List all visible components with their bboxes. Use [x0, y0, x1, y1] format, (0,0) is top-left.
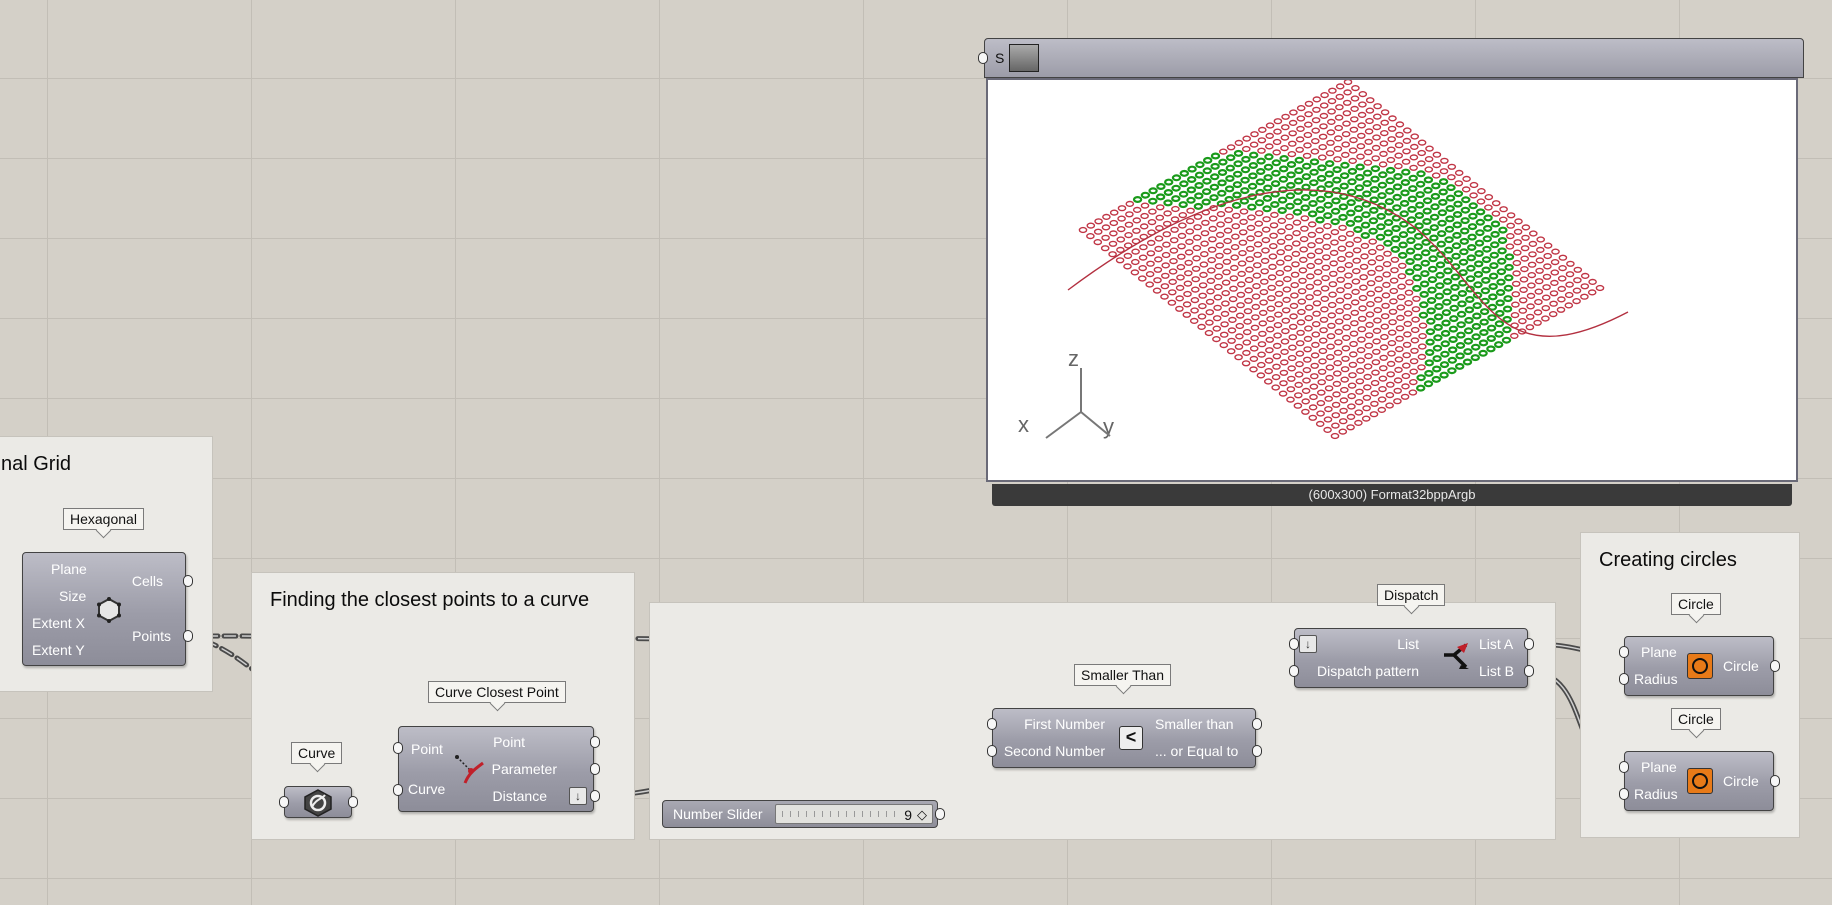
output-parameter[interactable]: Parameter [492, 761, 557, 777]
hexagonal-component[interactable]: Plane Size Extent X Extent Y Cells Point… [22, 552, 186, 666]
viewer-image-panel: z x y [986, 78, 1798, 482]
group-title: Creating circles [1599, 549, 1737, 571]
input-first-number[interactable]: First Number [1024, 716, 1105, 732]
circle-b-component[interactable]: Plane Radius Circle [1624, 751, 1774, 811]
output-circle[interactable]: Circle [1723, 773, 1759, 789]
output-grip-list-b[interactable] [1524, 665, 1534, 677]
input-grip-plane-b[interactable] [1619, 761, 1629, 773]
smaller-than-symbol-icon: < [1119, 726, 1143, 750]
input-grip-plane-a[interactable] [1619, 646, 1629, 658]
hexagon-grid-icon [97, 597, 121, 623]
output-grip-list-a[interactable] [1524, 638, 1534, 650]
slider-track[interactable]: 9 ◇ [775, 804, 933, 824]
output-grip-parameter[interactable] [590, 763, 600, 775]
closest-point-icon [455, 755, 484, 784]
viewer-header[interactable]: S [984, 38, 1804, 78]
slider-ticks [782, 811, 902, 817]
output-grip-point[interactable] [590, 736, 600, 748]
output-point[interactable]: Point [493, 734, 525, 750]
dispatch-component[interactable]: ↓ List Dispatch pattern List A List B [1294, 628, 1528, 688]
curve-closest-point-component[interactable]: Point Curve Point Parameter Distance ↓ [398, 726, 594, 812]
input-dispatch-pattern[interactable]: Dispatch pattern [1317, 663, 1419, 679]
output-or-equal-to[interactable]: ... or Equal to [1155, 743, 1238, 759]
output-grip-cells[interactable] [183, 575, 193, 587]
input-radius[interactable]: Radius [1634, 671, 1678, 687]
input-radius[interactable]: Radius [1634, 786, 1678, 802]
point-markers [1078, 80, 1605, 440]
curve-param-icon [304, 789, 332, 817]
dispatch-icon [1444, 643, 1469, 669]
viewer-input-grip[interactable] [978, 52, 988, 64]
group-title: nal Grid [1, 453, 72, 475]
curve-closest-point-nickname: Curve Closest Point [428, 681, 566, 703]
input-extent-x[interactable]: Extent X [32, 615, 85, 631]
circle-b-nickname: Circle [1671, 708, 1721, 730]
graft-arrow-icon[interactable]: ↓ [1299, 635, 1317, 653]
group-title: Finding the closest points to a curve [270, 589, 590, 611]
hexagonal-nickname: Hexagonal [63, 508, 144, 530]
input-point[interactable]: Point [411, 741, 443, 757]
input-curve[interactable]: Curve [408, 781, 445, 797]
output-grip-smaller[interactable] [1252, 718, 1262, 730]
input-grip-radius-a[interactable] [1619, 673, 1629, 685]
input-grip-pattern[interactable] [1289, 665, 1299, 677]
flatten-arrow-icon[interactable]: ↓ [569, 787, 587, 805]
output-grip-points[interactable] [183, 630, 193, 642]
input-plane[interactable]: Plane [1641, 644, 1677, 660]
output-smaller-than[interactable]: Smaller than [1155, 716, 1234, 732]
input-grip-first[interactable] [987, 718, 997, 730]
output-grip-circle-a[interactable] [1770, 660, 1780, 672]
circle-icon [1687, 768, 1713, 794]
circle-icon [1687, 653, 1713, 679]
smaller-than-component[interactable]: First Number Second Number < Smaller tha… [992, 708, 1256, 768]
circle-a-nickname: Circle [1671, 593, 1721, 615]
curve-nickname: Curve [291, 742, 343, 764]
output-cells[interactable]: Cells [132, 573, 163, 589]
output-distance[interactable]: Distance [493, 788, 547, 804]
curve-input-grip[interactable] [279, 796, 289, 808]
input-size[interactable]: Size [59, 588, 86, 604]
output-grip-distance[interactable] [590, 790, 600, 802]
input-extent-y[interactable]: Extent Y [32, 642, 85, 658]
dispatch-nickname: Dispatch [1377, 584, 1446, 606]
number-slider[interactable]: Number Slider 9 ◇ [662, 800, 938, 828]
slider-label: Number Slider [673, 806, 763, 822]
input-grip-second[interactable] [987, 745, 997, 757]
input-plane[interactable]: Plane [1641, 759, 1677, 775]
viewer-header-label: S [995, 50, 1005, 66]
image-icon [1009, 44, 1039, 72]
input-grip-point[interactable] [393, 742, 403, 754]
smaller-than-nickname: Smaller Than [1074, 664, 1172, 686]
slider-output-grip[interactable] [935, 808, 945, 820]
input-second-number[interactable]: Second Number [1004, 743, 1105, 759]
input-grip-curve[interactable] [393, 784, 403, 796]
input-list[interactable]: List [1397, 636, 1419, 652]
axis-triad-icon [1045, 368, 1111, 439]
slider-handle-icon[interactable]: ◇ [917, 807, 927, 823]
viewer-footer: (600x300) Format32bppArgb [992, 484, 1792, 506]
viewer-footer-text: (600x300) Format32bppArgb [1308, 487, 1476, 502]
output-grip-circle-b[interactable] [1770, 775, 1780, 787]
input-grip-list[interactable] [1289, 638, 1299, 650]
output-list-a[interactable]: List A [1479, 636, 1513, 652]
slider-value: 9 [904, 807, 912, 823]
output-points[interactable]: Points [132, 628, 171, 644]
output-circle[interactable]: Circle [1723, 658, 1759, 674]
output-grip-equal[interactable] [1252, 745, 1262, 757]
output-list-b[interactable]: List B [1479, 663, 1514, 679]
circle-a-component[interactable]: Plane Radius Circle [1624, 636, 1774, 696]
curve-parameter[interactable] [284, 786, 352, 818]
image-viewer[interactable]: S z x y (600x300) Format32bppArgb [978, 38, 1804, 506]
input-plane[interactable]: Plane [51, 561, 87, 577]
curve-output-grip[interactable] [348, 796, 358, 808]
input-grip-radius-b[interactable] [1619, 788, 1629, 800]
